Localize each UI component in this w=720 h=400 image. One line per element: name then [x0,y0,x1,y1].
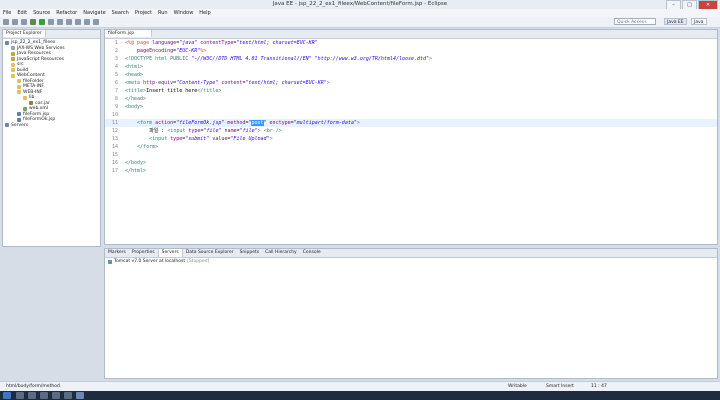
status-path: html/body/form/method [6,384,60,389]
server-icon [108,259,112,264]
web-services-icon [11,46,15,51]
jsp-file-icon [17,117,21,122]
folder-icon [17,79,21,84]
start-icon[interactable] [3,392,11,399]
javascript-resources-icon [11,57,15,62]
perspective-javaee-button[interactable]: Java EE [664,18,687,25]
server-state: [Stopped] [187,259,210,264]
search-icon[interactable] [75,19,81,25]
bottom-tab-bar: Markers Properties Servers Data Source E… [105,249,717,258]
tree-item[interactable]: Servers [5,123,65,129]
back-icon[interactable] [84,19,90,25]
open-type-icon[interactable] [66,19,72,25]
window-title: Java EE - jsp_22_2_ex1_fileex/WebContent… [272,1,448,7]
menu-run[interactable]: Run [158,10,168,16]
tab-project-explorer[interactable]: Project Explorer [3,30,46,37]
folder-icon [11,68,15,73]
run-icon[interactable] [39,19,45,25]
toolbar [0,17,720,28]
menu-navigate[interactable]: Navigate [83,10,105,16]
java-resources-icon [11,51,15,56]
menu-project[interactable]: Project [135,10,152,16]
tab-servers[interactable]: Servers [157,249,183,257]
tab-markers[interactable]: Markers [105,249,129,257]
servers-project-icon [5,123,9,128]
status-writable: Writable [508,384,527,389]
menu-edit[interactable]: Edit [17,10,27,16]
project-icon [5,40,9,45]
server-row[interactable]: Tomcat v7.0 Server at localhost [Stopped… [108,259,209,264]
tab-snippets[interactable]: Snippets [237,249,263,257]
taskbar-app-icon[interactable] [28,392,36,399]
taskbar-app-icon[interactable] [52,392,60,399]
current-code-line: 11 <form action="fileFormOk.jsp" method=… [105,119,717,127]
server-icon[interactable] [48,19,54,25]
folder-icon [23,95,27,100]
menu-help[interactable]: Help [199,10,210,16]
tab-console[interactable]: Console [300,249,324,257]
tab-call-hierarchy[interactable]: Call Hierarchy [262,249,300,257]
menu-window[interactable]: Window [174,10,194,16]
folder-icon [11,73,15,78]
menu-search[interactable]: Search [112,10,129,16]
folder-icon [17,84,21,89]
tab-fileform-jsp[interactable]: fileForm.jsp [105,30,152,37]
project-tree: jsp_22_2_ex1_fileex JAX-WS Web Services … [5,40,65,128]
folder-icon [17,90,21,95]
project-explorer-pane: Project Explorer jsp_22_2_ex1_fileex JAX… [2,29,101,247]
menu-bar: File Edit Source Refactor Navigate Searc… [0,9,720,17]
jsp-file-icon [17,112,21,117]
forward-icon[interactable] [93,19,99,25]
editor-pane: fileForm.jsp 1 <%@ page language="java" c… [104,29,718,245]
menu-file[interactable]: File [3,10,11,16]
menu-refactor[interactable]: Refactor [56,10,77,16]
debug-icon[interactable] [30,19,36,25]
eclipse-taskbar-icon[interactable] [76,392,84,399]
jar-icon [29,101,33,106]
tab-properties[interactable]: Properties [129,249,158,257]
bottom-panel: Markers Properties Servers Data Source E… [104,248,718,379]
status-cursor-position: 11 : 47 [591,384,607,389]
xml-file-icon [23,106,27,111]
new-class-icon[interactable] [57,19,63,25]
selected-word[interactable]: post [251,120,264,126]
new-icon[interactable] [3,19,9,25]
quick-access-input[interactable]: Quick Access [614,18,656,25]
taskbar-app-icon[interactable] [16,392,24,399]
folder-icon [11,62,15,67]
menu-source[interactable]: Source [33,10,50,16]
save-icon[interactable] [12,19,18,25]
perspective-java-button[interactable]: Java [691,18,707,25]
tab-data-source-explorer[interactable]: Data Source Explorer [183,249,237,257]
os-taskbar [0,391,720,400]
status-insert-mode: Smart Insert [546,384,574,389]
taskbar-app-icon[interactable] [64,392,72,399]
print-icon[interactable] [21,19,27,25]
taskbar-app-icon[interactable] [40,392,48,399]
server-name: Tomcat v7.0 Server at localhost [114,259,186,264]
